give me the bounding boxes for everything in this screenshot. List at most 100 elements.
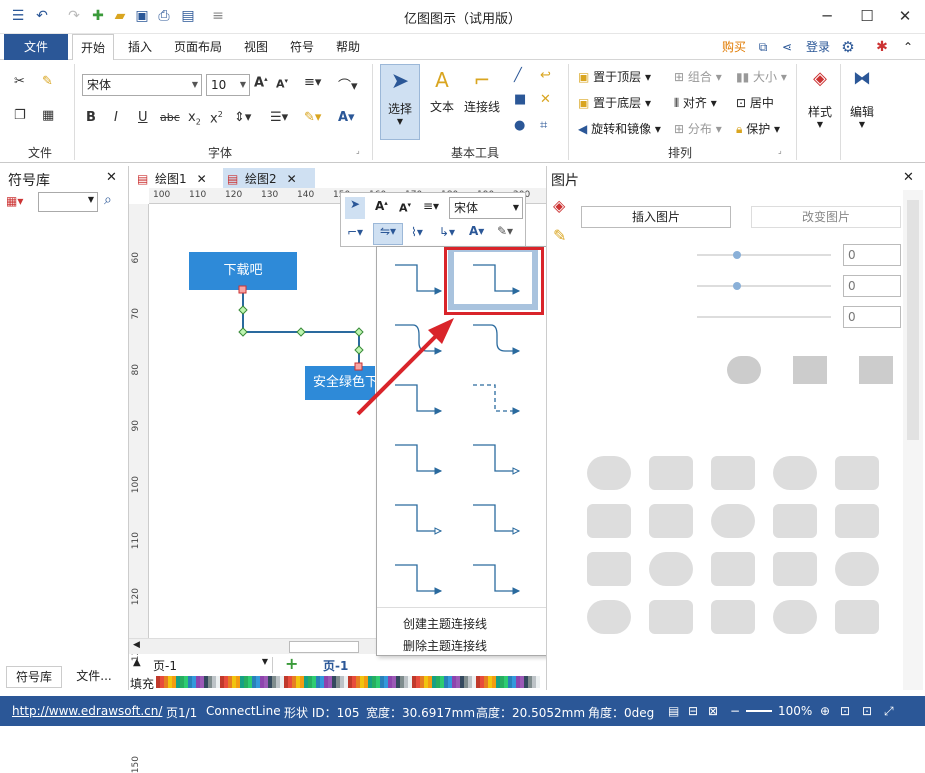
image-effect-crop[interactable] [793,356,827,384]
slider-contrast[interactable] [697,282,831,290]
tab-help[interactable]: 帮助 [328,34,368,60]
image-shape-option[interactable] [587,504,631,538]
connector-tool-button[interactable]: ⌐ 连接线 [460,64,504,140]
collapse-ribbon-icon[interactable]: ⌃ [898,34,918,60]
control-handle[interactable] [238,327,248,337]
line-jump-icon[interactable]: ⌇▾ [411,225,423,239]
text-tool-button[interactable]: A 文本 [422,64,462,140]
ellipse-shape-icon[interactable]: ● [514,118,525,133]
float-font-select[interactable]: 宋体 ▼ [449,197,523,219]
crop-icon[interactable]: ⌗ [540,118,547,133]
subscript-icon[interactable]: x2 [188,110,201,127]
arc-shape-icon[interactable]: ↩ [540,68,551,83]
close-icon[interactable]: ✕ [903,170,914,185]
image-shape-option[interactable] [649,552,693,586]
image-shape-option[interactable] [835,552,879,586]
image-shape-option[interactable] [587,456,631,490]
image-shape-option[interactable] [773,600,817,634]
gear-icon[interactable]: ⚙ [838,34,858,60]
align-button[interactable]: ⫴ 对齐 ▾ [674,94,717,111]
image-shape-option[interactable] [711,552,755,586]
connector-style-option[interactable] [473,384,521,415]
control-handle[interactable] [296,327,306,337]
image-shape-option[interactable] [587,600,631,634]
view-page-icon[interactable]: ⊟ [688,704,698,718]
zoom-out-icon[interactable]: − [730,704,740,718]
font-color-icon[interactable]: A▾ [469,224,484,238]
shrink-font-icon[interactable]: A▾ [276,77,288,91]
size-button[interactable]: ▮▮ 大小 ▾ [736,68,787,85]
zoom-in-icon[interactable]: ⊕ [820,704,830,718]
fit-page-icon[interactable]: ⊡ [840,704,850,718]
insert-image-button[interactable]: 插入图片 [581,206,731,228]
fullscreen-icon[interactable]: ⤢ [884,704,894,719]
view-normal-icon[interactable]: ▤ [668,704,679,718]
tab-view[interactable]: 视图 [236,34,276,60]
connector-style-button[interactable]: ⇋▾ [373,223,403,245]
page-tab[interactable]: 页-1 [323,657,348,674]
image-shape-option[interactable] [773,456,817,490]
vertical-scrollbar[interactable] [903,190,923,690]
doc-tab-1[interactable]: ▤ 绘图1 ✕ [133,168,219,190]
login-link[interactable]: 登录 [802,34,834,60]
connector-style-option[interactable] [395,504,443,535]
line-shape-icon[interactable]: ╱ [514,68,522,83]
connector-style-option[interactable] [395,264,443,295]
edit-button[interactable]: ⧓ 编辑 ▼ [844,68,880,148]
zoom-slider[interactable] [746,710,772,712]
image-shape-option[interactable] [711,504,755,538]
color-palette[interactable] [156,676,546,688]
connector-style-option[interactable] [473,324,521,355]
arrow-style-icon[interactable]: ↳▾ [439,225,455,239]
protect-button[interactable]: 🔒︎ 保护 ▾ [736,120,780,137]
scroll-left-icon[interactable]: ◀ [133,640,140,650]
arrange-dialog-launcher-icon[interactable]: ⌟ [778,146,782,155]
buy-link[interactable]: 购买 [716,34,752,60]
view-fit-icon[interactable]: ⊠ [708,704,718,718]
style-button[interactable]: ◈ 样式 ▼ [802,68,838,148]
image-shape-option[interactable] [649,456,693,490]
image-shape-option[interactable] [835,600,879,634]
center-button[interactable]: ⊡ 居中 [736,94,774,111]
copy-icon[interactable]: ❐ [14,108,26,123]
superscript-icon[interactable]: x2 [210,110,223,126]
image-effect-mosaic[interactable] [859,356,893,384]
line-icon[interactable]: ✎ [553,226,566,245]
tab-files[interactable]: 文件... [66,666,122,688]
connector-style-option[interactable] [473,504,521,535]
share-screen-icon[interactable]: ⧉ [754,34,772,60]
transparency-input[interactable]: 0 [843,306,901,328]
connector-style-option[interactable] [395,564,443,595]
image-shape-option[interactable] [773,504,817,538]
image-shape-option[interactable] [711,600,755,634]
font-name-select[interactable]: 宋体 ▼ [82,74,202,96]
highlight-icon[interactable]: ✎▾ [304,110,321,125]
connector-line[interactable] [229,284,369,374]
cross-point-icon[interactable]: ✕ [540,92,551,107]
strikethrough-icon[interactable]: abc [160,111,180,124]
doc-tab-2[interactable]: ▤ 绘图2 ✕ [223,168,315,190]
font-dialog-launcher-icon[interactable]: ⌟ [356,146,360,155]
image-shape-option[interactable] [649,600,693,634]
image-shape-option[interactable] [711,456,755,490]
tab-symbol[interactable]: 符号 [282,34,322,60]
image-shape-option[interactable] [773,552,817,586]
cut-icon[interactable]: ✂ [14,74,25,89]
paragraph-spacing-icon[interactable]: ⇕▾ [234,110,251,125]
color-swatch[interactable] [536,676,540,688]
distribute-button[interactable]: ⊞ 分布 ▾ [674,120,722,137]
library-search-input[interactable]: ▼ [38,192,98,212]
brightness-input[interactable]: 0 [843,244,901,266]
bold-icon[interactable]: B [86,110,96,125]
grow-font-icon[interactable]: A▴ [254,75,268,90]
create-theme-connector-item[interactable]: 创建主题连接线 [403,615,487,632]
format-painter-icon[interactable]: ✎ [42,74,53,89]
bring-to-front-button[interactable]: ▣ 置于顶层 ▾ [578,68,651,85]
fit-width-icon[interactable]: ⊡ [862,704,872,718]
connector-style-option[interactable] [395,444,443,475]
rectangle-shape-icon[interactable]: ■ [514,92,526,107]
tab-page-layout[interactable]: 页面布局 [168,34,228,60]
page-select[interactable]: 页-1 ▼ [153,657,273,673]
add-page-icon[interactable]: + [285,654,298,673]
slider-handle[interactable] [733,282,741,290]
